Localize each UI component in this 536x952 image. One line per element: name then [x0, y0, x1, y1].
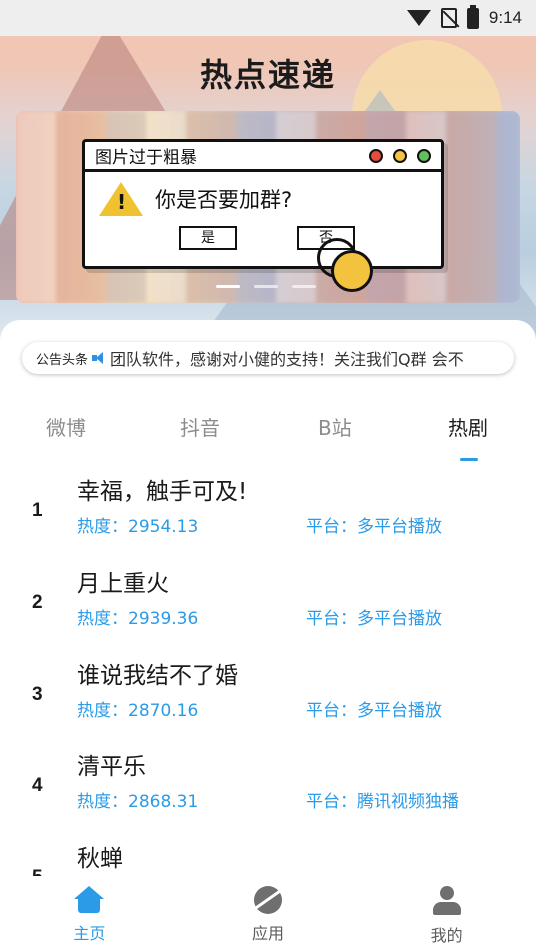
- announcement-tag: 公告头条: [36, 352, 89, 368]
- planet-icon: [253, 886, 282, 914]
- item-heat: 热度：2870.16: [77, 701, 199, 721]
- popup-titlebar: 图片过于粗暴: [85, 142, 441, 172]
- tab-hot-drama[interactable]: 热剧: [448, 412, 488, 441]
- tab-bilibili[interactable]: B站: [318, 412, 352, 441]
- popup-question-row: 你是否要加群?: [99, 182, 427, 216]
- rank-number: 5: [32, 867, 43, 876]
- nav-label: 我的: [430, 926, 463, 945]
- item-title: 清平乐: [77, 754, 146, 780]
- user-icon: [432, 886, 461, 916]
- item-platform: 平台：多平台播放: [306, 701, 442, 721]
- carousel-dot[interactable]: [254, 285, 278, 288]
- yellow-dot-icon: [393, 148, 407, 163]
- popup-body: 你是否要加群? 是 否: [85, 172, 441, 260]
- warning-icon: [99, 182, 143, 216]
- popup-buttons: 是 否: [99, 226, 427, 250]
- item-heat: 热度：2868.31: [77, 792, 199, 812]
- rank-number: 3: [32, 684, 43, 705]
- red-dot-icon: [369, 148, 383, 163]
- list-item[interactable]: 5 秋蝉: [0, 837, 536, 876]
- status-bar: 9:14: [0, 0, 536, 36]
- list-item[interactable]: 4 清平乐 热度：2868.31 平台：腾讯视频独播: [0, 745, 536, 837]
- popup-question: 你是否要加群?: [155, 188, 293, 212]
- list-item[interactable]: 2 月上重火 热度：2939.36 平台：多平台播放: [0, 562, 536, 654]
- home-icon: [74, 886, 105, 914]
- item-platform: 平台：多平台播放: [306, 609, 442, 629]
- item-heat: 热度：2954.13: [77, 517, 199, 537]
- item-title: 秋蝉: [77, 846, 123, 872]
- item-platform: 平台：多平台播放: [306, 517, 442, 537]
- announcement-bar[interactable]: 公告头条 团队软件，感谢对小健的支持！关注我们Q群 会不: [22, 342, 514, 374]
- nav-label: 应用: [251, 924, 284, 943]
- item-title: 幸福，触手可及!: [77, 479, 248, 505]
- carousel-dot[interactable]: [292, 285, 316, 288]
- speaker-icon: [92, 352, 106, 364]
- banner-carousel[interactable]: 图片过于粗暴 你是否要加群? 是 否: [16, 111, 520, 303]
- item-title: 谁说我结不了婚: [77, 663, 238, 689]
- nav-profile[interactable]: 我的: [387, 886, 507, 946]
- item-title: 月上重火: [77, 571, 169, 597]
- battery-icon: [466, 4, 479, 29]
- popup-yes-button: 是: [179, 226, 237, 250]
- rank-number: 4: [32, 775, 43, 796]
- tab-weibo[interactable]: 微博: [46, 412, 86, 441]
- tab-douyin[interactable]: 抖音: [180, 412, 220, 441]
- bottom-navigation: 主页 应用 我的: [0, 876, 536, 952]
- list-item[interactable]: 1 幸福，触手可及! 热度：2954.13 平台：多平台播放: [0, 470, 536, 562]
- rank-number: 2: [32, 592, 43, 613]
- category-tabs: 微博 抖音 B站 热剧: [0, 412, 536, 462]
- green-dot-icon: [417, 148, 431, 163]
- carousel-indicators: [216, 285, 316, 288]
- nav-home[interactable]: 主页: [29, 886, 149, 944]
- nav-apps[interactable]: 应用: [208, 886, 328, 944]
- item-platform: 平台：腾讯视频独播: [306, 792, 459, 812]
- pointing-hand-icon: [331, 250, 373, 292]
- no-sim-icon: [440, 8, 457, 28]
- banner-popup-illustration: 图片过于粗暴 你是否要加群? 是 否: [82, 139, 444, 292]
- active-tab-indicator: [460, 458, 478, 461]
- list-item[interactable]: 3 谁说我结不了婚 热度：2870.16 平台：多平台播放: [0, 654, 536, 746]
- item-heat: 热度：2939.36: [77, 609, 199, 629]
- popup-title: 图片过于粗暴: [95, 148, 197, 168]
- hot-list: 1 幸福，触手可及! 热度：2954.13 平台：多平台播放 2 月上重火 热度…: [0, 470, 536, 876]
- page-title: 热点速递: [199, 56, 336, 94]
- status-time: 9:14: [488, 8, 522, 27]
- content-sheet: 公告头条 团队软件，感谢对小健的支持！关注我们Q群 会不 微博 抖音 B站 热剧…: [0, 320, 536, 876]
- window-dots: [369, 148, 431, 163]
- nav-label: 主页: [73, 924, 106, 943]
- wifi-icon: [406, 10, 431, 26]
- rank-number: 1: [32, 500, 43, 521]
- carousel-dot[interactable]: [216, 285, 240, 288]
- announcement-text: 团队软件，感谢对小健的支持！关注我们Q群 会不: [110, 350, 464, 369]
